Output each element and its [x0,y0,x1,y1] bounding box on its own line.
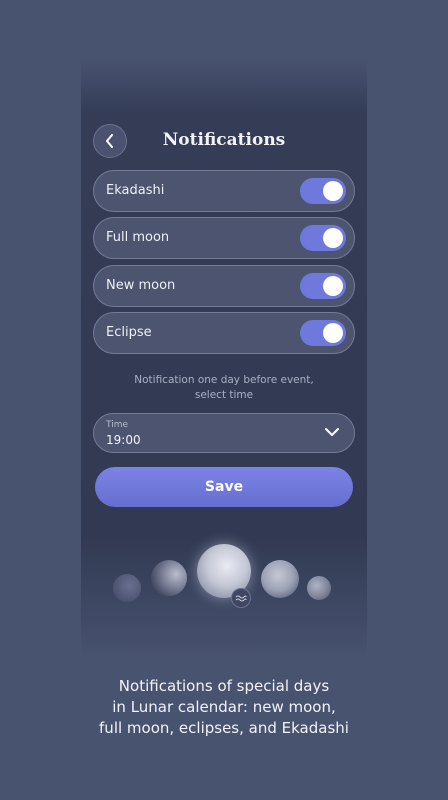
moon-icon [113,574,141,602]
water-sign-icon [231,588,251,608]
moon-icon [151,560,187,596]
time-label: Time [106,420,129,430]
caption-line: full moon, eclipses, and Ekadashi [99,719,349,737]
page-title: Notifications [162,130,286,150]
save-button[interactable]: Save [95,467,353,507]
toggle-label: New moon [106,278,176,293]
moon-phases-illustration [81,530,367,640]
hint-line: select time [194,389,254,401]
toggle-row-ekadashi: Ekadashi [93,170,355,212]
toggle-label: Eclipse [106,325,152,340]
time-value: 19:00 [106,433,141,447]
moon-icon [261,560,299,598]
toggle-row-full-moon: Full moon [93,217,355,259]
toggle-knob [323,323,343,343]
toggle-knob [323,276,343,296]
toggle-knob [323,228,343,248]
ekadashi-toggle[interactable] [300,178,346,204]
caption-line: in Lunar calendar: new moon, [112,698,336,716]
notification-hint: Notification one day before event, selec… [81,373,367,403]
toggle-row-eclipse: Eclipse [93,312,355,354]
eclipse-toggle[interactable] [300,320,346,346]
toggle-label: Ekadashi [106,183,165,198]
phone-screen: Notifications Ekadashi Full moon New moo… [81,60,367,660]
toggle-row-new-moon: New moon [93,265,355,307]
toggle-knob [323,181,343,201]
promo-caption: Notifications of special days in Lunar c… [0,676,448,739]
moon-icon [307,576,331,600]
hint-line: Notification one day before event, [134,374,314,386]
time-select[interactable]: Time 19:00 [93,413,355,453]
chevron-down-icon [325,428,339,436]
new-moon-toggle[interactable] [300,273,346,299]
toggle-label: Full moon [106,230,170,245]
header: Notifications [81,122,367,162]
full-moon-toggle[interactable] [300,225,346,251]
caption-line: Notifications of special days [118,677,330,695]
